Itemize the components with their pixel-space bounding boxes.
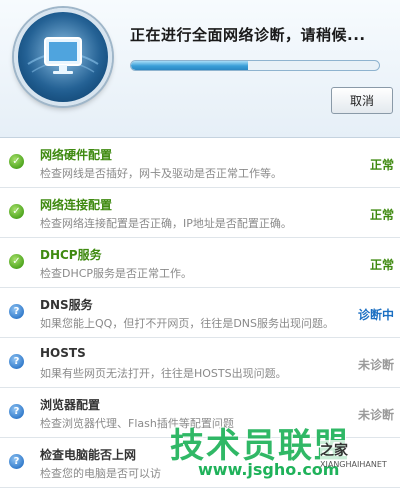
item-description: 如果有些网页无法打开，往往是HOSTS出现问题。 [40,367,287,380]
diagnosis-item-browser: ? 浏览器配置 检查浏览器代理、Flash插件等配置问题 未诊断 [0,388,400,438]
progress-fill [131,61,248,70]
item-description: 检查浏览器代理、Flash插件等配置问题 [40,417,234,430]
diagnosis-item-hosts: ? HOSTS 如果有些网页无法打开，往往是HOSTS出现问题。 未诊断 [0,338,400,388]
page-title: 正在进行全面网络诊断，请稍候... [130,26,366,44]
item-title: 网络硬件配置 [40,148,113,162]
item-description: 检查网线是否插好，网卡及驱动是否正常工作等。 [40,167,282,180]
item-title: DNS服务 [40,298,93,312]
question-icon: ? [9,454,24,469]
question-icon: ? [9,304,24,319]
item-status: 正常 [369,158,394,172]
diagnosis-item-connection: ✓ 网络连接配置 检查网络连接配置是否正确，IP地址是否配置正确。 正常 [0,188,400,238]
diagnosis-progress-bar [130,60,380,71]
diagnosis-item-dhcp: ✓ DHCP服务 检查DHCP服务是否正常工作。 正常 [0,238,400,288]
network-diagnosis-logo [14,8,112,106]
item-description: 检查您的电脑是否可以访 [40,467,161,480]
cancel-button[interactable]: 取消 [331,87,393,114]
item-title: 检查电脑能否上网 [40,448,137,462]
diagnosis-item-internet: ? 检查电脑能否上网 检查您的电脑是否可以访 [0,438,400,488]
check-icon: ✓ [9,254,24,269]
diagnosis-item-list: ✓ 网络硬件配置 检查网线是否插好，网卡及驱动是否正常工作等。 正常 ✓ 网络连… [0,138,400,488]
item-status: 未诊断 [357,408,394,422]
item-status: 正常 [369,258,394,272]
item-title: 浏览器配置 [40,398,101,412]
question-icon: ? [9,404,24,419]
item-description: 如果您能上QQ，但打不开网页，往往是DNS服务出现问题。 [40,317,334,330]
monitor-icon [19,13,107,101]
item-title: HOSTS [40,346,86,360]
check-icon: ✓ [9,204,24,219]
item-status: 诊断中 [357,308,394,322]
diagnosis-item-hardware: ✓ 网络硬件配置 检查网线是否插好，网卡及驱动是否正常工作等。 正常 [0,138,400,188]
item-status: 正常 [369,208,394,222]
check-icon: ✓ [9,154,24,169]
dialog-header: 正在进行全面网络诊断，请稍候... 取消 [0,0,400,138]
item-title: 网络连接配置 [40,198,113,212]
item-title: DHCP服务 [40,248,102,262]
item-description: 检查网络连接配置是否正确，IP地址是否配置正确。 [40,217,292,230]
item-description: 检查DHCP服务是否正常工作。 [40,267,193,280]
diagnosis-item-dns: ? DNS服务 如果您能上QQ，但打不开网页，往往是DNS服务出现问题。 诊断中 [0,288,400,338]
item-status: 未诊断 [357,358,394,372]
question-icon: ? [9,354,24,369]
